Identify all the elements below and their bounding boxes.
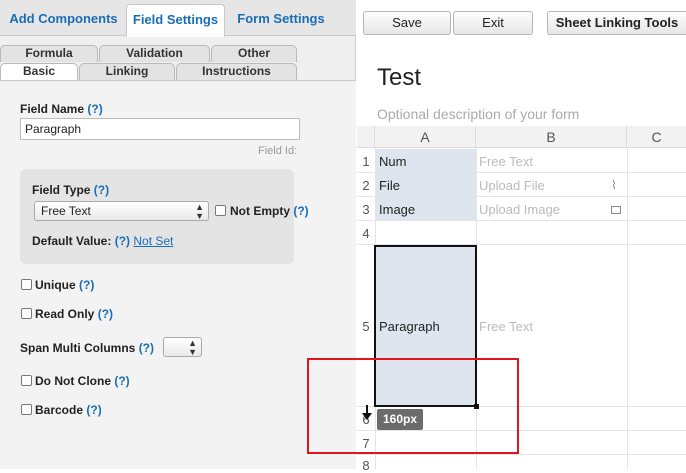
exit-button[interactable]: Exit (453, 11, 533, 35)
cell-b5[interactable]: Free Text (479, 319, 533, 334)
read-only-label: Read Only (?) (35, 307, 114, 321)
do-not-clone-label: Do Not Clone (?) (35, 374, 130, 388)
default-value-help-icon[interactable]: (?) (115, 234, 130, 248)
form-description-input[interactable]: Optional description of your form (377, 106, 579, 122)
tab-add-components[interactable]: Add Components (6, 4, 121, 36)
barcode-help-icon[interactable]: (?) (86, 403, 101, 417)
sub-tab-basic[interactable]: Basic (0, 63, 78, 80)
form-title[interactable]: Test (377, 64, 421, 92)
unique-checkbox[interactable] (21, 279, 32, 290)
corner-header (357, 126, 375, 148)
image-icon (611, 206, 621, 214)
span-multi-columns-help-icon[interactable]: (?) (139, 341, 154, 355)
grid-line (357, 454, 686, 455)
unique-label: Unique (?) (35, 278, 95, 292)
do-not-clone-help-icon[interactable]: (?) (114, 374, 129, 388)
not-empty-label: Not Empty (?) (230, 204, 309, 218)
field-name-help-icon[interactable]: (?) (87, 102, 102, 116)
select-arrows-icon: ▲ ▼ (195, 202, 204, 221)
sub-tab-validation[interactable]: Validation (99, 45, 210, 62)
paperclip-icon: ⌇ (611, 178, 617, 192)
cell-b2[interactable]: Upload File (479, 178, 545, 193)
row-number: 5 (362, 319, 370, 334)
not-empty-help-icon[interactable]: (?) (293, 204, 308, 218)
row-number: 8 (362, 458, 370, 473)
field-name-label: Field Name (?) (20, 102, 103, 116)
read-only-checkbox[interactable] (21, 308, 32, 319)
do-not-clone-checkbox[interactable] (21, 375, 32, 386)
sub-tab-other[interactable]: Other (211, 45, 297, 62)
column-header-c[interactable]: C (627, 126, 686, 148)
field-type-selected-value: Free Text (41, 204, 91, 218)
field-type-help-icon[interactable]: (?) (94, 183, 109, 197)
unique-help-icon[interactable]: (?) (79, 278, 94, 292)
field-id-label: Field Id: (258, 145, 298, 157)
select-arrows-icon: ▲ ▼ (188, 338, 197, 357)
span-multi-columns-label: Span Multi Columns (?) (20, 341, 155, 355)
row-number: 1 (362, 154, 370, 169)
field-settings-panel: Add Components Field Settings Form Setti… (0, 0, 356, 469)
barcode-label: Barcode (?) (35, 403, 102, 417)
row-number: 3 (362, 202, 370, 217)
default-value-row: Default Value: (?) Not Set (32, 234, 174, 248)
sub-tab-linking[interactable]: Linking (79, 63, 175, 80)
span-multi-columns-select[interactable]: ▲ ▼ (163, 337, 202, 357)
row-number: 4 (362, 226, 370, 241)
read-only-help-icon[interactable]: (?) (98, 307, 113, 321)
column-header-a[interactable]: A (375, 126, 476, 148)
cell-a2[interactable]: File (379, 178, 400, 193)
tab-field-settings[interactable]: Field Settings (126, 4, 225, 37)
form-preview-panel: Save Exit Sheet Linking Tools Test Optio… (307, 0, 686, 473)
field-name-input[interactable]: Paragraph (20, 118, 300, 140)
grid-line (357, 220, 686, 221)
cell-a3[interactable]: Image (379, 202, 415, 217)
row-number: 2 (362, 178, 370, 193)
cell-b3[interactable]: Upload Image (479, 202, 560, 217)
barcode-checkbox[interactable] (21, 404, 32, 415)
field-type-label: Field Type (?) (32, 183, 110, 197)
tab-form-settings[interactable]: Form Settings (230, 4, 332, 36)
field-type-select[interactable]: Free Text ▲ ▼ (34, 201, 209, 221)
column-header-b[interactable]: B (476, 126, 627, 148)
default-value-link[interactable]: Not Set (133, 234, 173, 248)
cell-a1[interactable]: Num (379, 154, 406, 169)
highlight-rectangle (307, 358, 519, 454)
sheet-linking-tools-button[interactable]: Sheet Linking Tools (547, 11, 686, 35)
sub-tab-formula[interactable]: Formula (0, 45, 98, 62)
cell-b1[interactable]: Free Text (479, 154, 533, 169)
sub-tab-instructions[interactable]: Instructions (176, 63, 297, 80)
save-button[interactable]: Save (363, 11, 451, 35)
top-tab-bar: Add Components Field Settings Form Setti… (0, 0, 356, 37)
toolbar: Save Exit Sheet Linking Tools (357, 0, 686, 44)
not-empty-checkbox[interactable] (215, 205, 226, 216)
cell-a5[interactable]: Paragraph (379, 319, 440, 334)
